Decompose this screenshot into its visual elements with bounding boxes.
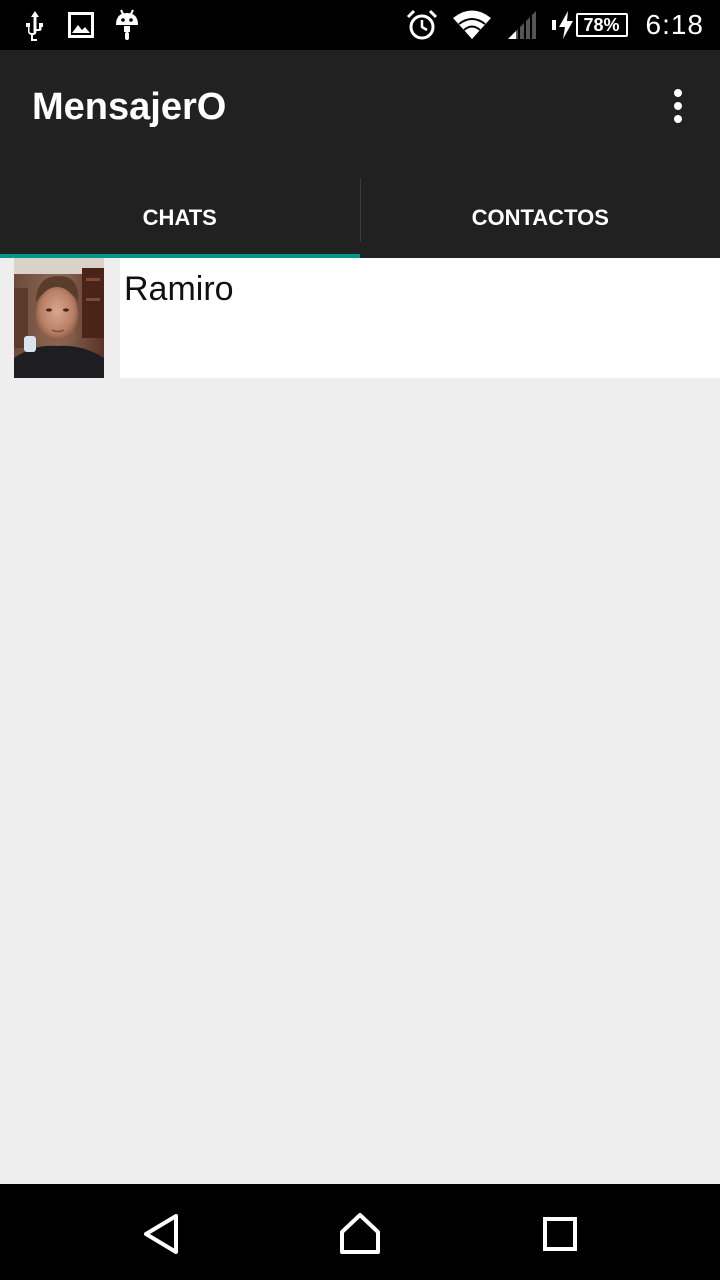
notification-icons: [22, 8, 140, 42]
battery-indicator: 78%: [551, 11, 628, 39]
battery-label: 78%: [575, 13, 628, 37]
avatar: [14, 258, 104, 378]
back-icon: [144, 1214, 178, 1254]
charging-icon: [558, 11, 573, 39]
avatar-container: [0, 258, 120, 378]
recents-button[interactable]: [538, 1212, 582, 1256]
chat-name: Ramiro: [124, 270, 234, 308]
tab-chats[interactable]: CHATS: [0, 178, 360, 258]
image-icon: [68, 12, 94, 38]
tab-chats-label: CHATS: [142, 205, 217, 230]
chat-body: Ramiro: [120, 258, 720, 378]
menu-dot: [674, 102, 682, 110]
signal-icon: [507, 11, 536, 39]
alarm-icon: [406, 9, 437, 40]
system-icons: 78% 6:18: [406, 6, 705, 44]
battery-tip: [551, 20, 556, 30]
status-bar: 78% 6:18: [0, 0, 720, 50]
menu-dot: [674, 89, 682, 97]
home-icon: [340, 1213, 380, 1254]
home-button[interactable]: [338, 1212, 382, 1256]
tab-contactos-label: CONTACTOS: [471, 205, 609, 230]
chat-row-ramiro[interactable]: Ramiro: [0, 258, 720, 378]
chat-list: Ramiro: [0, 258, 720, 378]
tab-bar: CHATS CONTACTOS: [0, 178, 720, 258]
status-clock: 6:18: [645, 9, 704, 40]
app-bar: MensajerO CHATS CONTACTOS: [0, 50, 720, 258]
recents-icon: [543, 1217, 577, 1251]
menu-dot: [674, 115, 682, 123]
navigation-bar: [0, 1184, 720, 1280]
tab-contactos[interactable]: CONTACTOS: [361, 178, 720, 258]
app-title: MensajerO: [32, 86, 227, 128]
more-vert-icon[interactable]: [666, 86, 690, 126]
wifi-icon: [452, 10, 491, 39]
android-icon: [116, 9, 138, 40]
back-button[interactable]: [140, 1212, 184, 1256]
usb-icon: [26, 11, 43, 41]
